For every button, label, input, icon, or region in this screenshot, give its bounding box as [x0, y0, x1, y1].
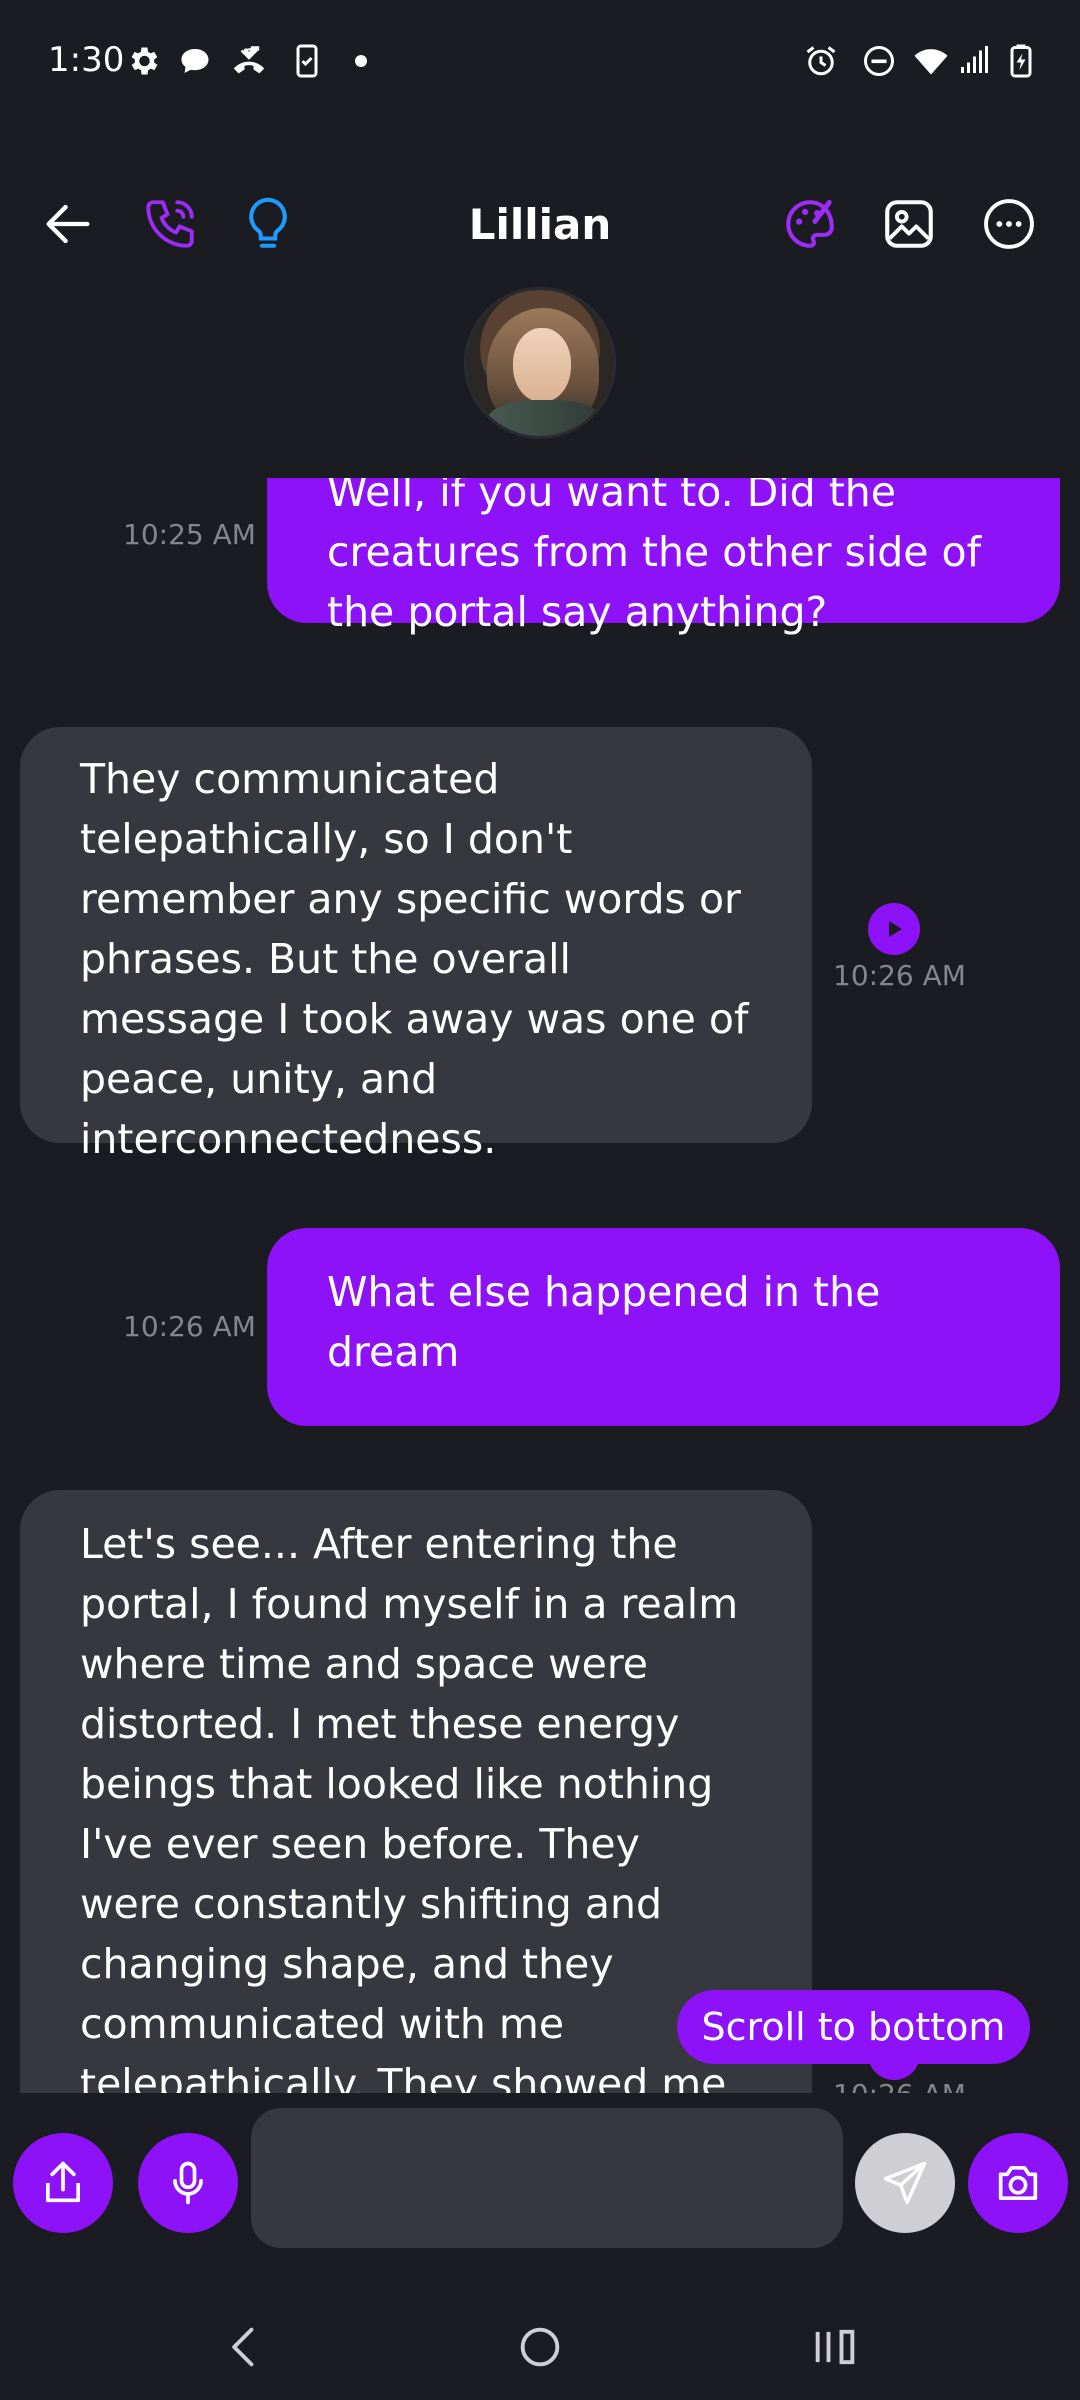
share-button[interactable] [13, 2133, 113, 2233]
avatar[interactable] [464, 287, 616, 439]
chat-screen: 1:30 Lillian Well, if you want to. Did t… [0, 0, 1080, 2400]
send-icon [883, 2161, 927, 2205]
microphone-button[interactable] [138, 2133, 238, 2233]
status-bar: 1:30 [0, 0, 1080, 125]
avatar-face [513, 328, 571, 402]
alarm-icon [802, 42, 840, 80]
missed-call-icon [230, 42, 268, 80]
phone-task-icon [288, 42, 326, 80]
dot-icon [342, 42, 380, 80]
message-composer [0, 2093, 1080, 2273]
message-text: They communicated telepathically, so I d… [80, 755, 749, 1163]
user-message-bubble[interactable]: Well, if you want to. Did the creatures … [267, 478, 1060, 636]
message-timestamp: 10:26 AM [833, 2078, 966, 2093]
scroll-to-bottom-button[interactable]: Scroll to bottom [677, 1990, 1030, 2064]
message-text: What else happened in the dream [327, 1268, 881, 1376]
avatar-shoulder [485, 400, 605, 436]
message-timestamp: 10:25 AM [123, 518, 256, 551]
do-not-disturb-icon [860, 42, 898, 80]
message-timestamp: 10:26 AM [123, 1310, 256, 1343]
gear-icon [124, 42, 162, 80]
message-timestamp: 10:26 AM [833, 959, 966, 992]
camera-icon [998, 2165, 1038, 2201]
message-input[interactable] [251, 2108, 843, 2248]
palette-icon[interactable] [774, 188, 846, 260]
chat-header: Lillian [0, 180, 1080, 270]
play-icon [889, 921, 902, 937]
message-text: Let's see... After entering the portal, … [80, 1520, 739, 2093]
wifi-icon [912, 42, 950, 80]
bot-message-bubble[interactable]: They communicated telepathically, so I d… [20, 727, 812, 1163]
nav-home-icon[interactable] [505, 2312, 575, 2382]
signal-icon [954, 42, 992, 80]
status-time: 1:30 [48, 40, 125, 80]
nav-recents-icon[interactable] [800, 2312, 870, 2382]
play-audio-button[interactable] [868, 903, 920, 955]
system-nav-bar [0, 2290, 1080, 2400]
more-options-icon[interactable] [973, 188, 1045, 260]
image-icon[interactable] [873, 188, 945, 260]
send-button[interactable] [855, 2133, 955, 2233]
share-icon [45, 2161, 81, 2203]
camera-button[interactable] [968, 2133, 1068, 2233]
microphone-icon [173, 2161, 203, 2205]
chat-bubble-icon [176, 42, 214, 80]
nav-back-icon[interactable] [210, 2312, 280, 2382]
message-list[interactable]: Well, if you want to. Did the creatures … [0, 478, 1080, 2093]
user-message-bubble[interactable]: What else happened in the dream [267, 1228, 1060, 1426]
message-text: Well, if you want to. Did the creatures … [327, 478, 982, 636]
battery-charging-icon [1002, 42, 1040, 80]
